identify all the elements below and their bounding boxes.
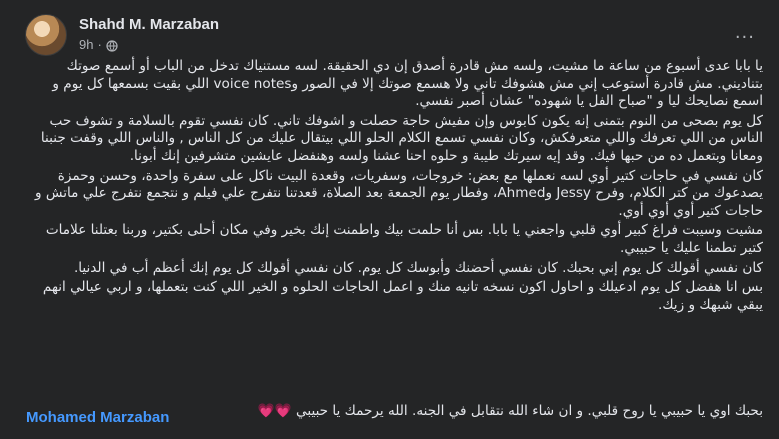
post-body: يا بابا عدى أسبوع من ساعة ما مشيت، ولسه … [20, 58, 763, 316]
author-name[interactable]: Shahd M. Marzaban [79, 16, 219, 34]
post-meta: Shahd M. Marzaban 9h · [79, 16, 219, 54]
post-paragraph: يا بابا عدى أسبوع من ساعة ما مشيت، ولسه … [52, 58, 763, 110]
post-paragraph: كان نفسي في حاجات كتير أوي لسه نعملها مع… [35, 167, 763, 219]
separator-dot: · [97, 37, 102, 52]
closing-text: بحبك اوي يا حبيبي يا روح قلبي. و ان شاء … [296, 403, 763, 419]
post-header: Shahd M. Marzaban 9h · [25, 14, 219, 56]
post-paragraph: بس انا هفضل كل يوم ادعيلك و احاول اكون ن… [42, 279, 763, 313]
globe-icon [106, 39, 118, 52]
post-subline: 9h · [79, 36, 219, 54]
facebook-post: Shahd M. Marzaban 9h · ... يا بابا عدى أ… [0, 0, 779, 439]
mention-link[interactable]: Mohamed Marzaban [26, 409, 169, 426]
heart-emoji-icon: 💗💗 [257, 403, 292, 419]
post-paragraph: كان نفسي أقولك كل يوم إني بحبك. كان نفسي… [73, 259, 763, 276]
more-options-icon[interactable]: ... [735, 22, 755, 43]
post-paragraph: كل يوم بصحى من النوم بتمنى إنه يكون كابو… [40, 112, 763, 164]
avatar[interactable] [25, 14, 67, 56]
post-time[interactable]: 9h [79, 36, 93, 54]
post-paragraph: مشيت وسيبت فراغ كبير أوي قلبي واجعني يا … [45, 222, 763, 256]
